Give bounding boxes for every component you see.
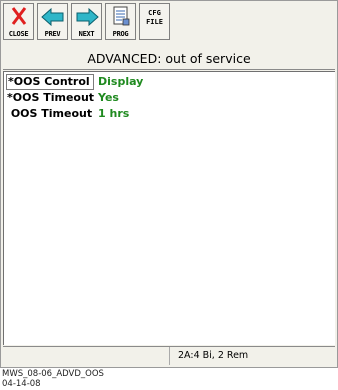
page-title: ADVANCED: out of service <box>3 49 335 70</box>
setting-label: *OOS Control <box>6 74 94 90</box>
close-button[interactable]: CLOSE <box>3 3 34 40</box>
prog-label: PROG <box>112 30 129 38</box>
arrow-right-icon <box>76 7 99 27</box>
next-button[interactable]: NEXT <box>71 3 102 40</box>
toolbar: CLOSE PREV NEXT PROG CFG FILE <box>3 3 335 47</box>
setting-value[interactable]: Yes <box>98 90 119 106</box>
close-icon <box>11 7 27 25</box>
prev-button[interactable]: PREV <box>37 3 68 40</box>
prog-button[interactable]: PROG <box>105 3 136 40</box>
setting-label: OOS Timeout <box>7 107 93 120</box>
settings-panel: *OOS Control Display *OOS Timeout Yes OO… <box>3 71 335 345</box>
program-document-icon <box>113 6 130 26</box>
device-screen: CLOSE PREV NEXT PROG CFG FILE ADVANCED: … <box>0 0 338 368</box>
status-text: 2A:4 Bi, 2 Rem <box>169 347 335 365</box>
caption: MWS_08-06_ADVD_OOS 04-14-08 <box>2 369 104 389</box>
setting-label: *OOS Timeout <box>7 91 95 104</box>
cfg-file-label: CFG FILE <box>140 9 169 27</box>
caption-date: 04-14-08 <box>2 379 41 389</box>
cfg-label-line1: CFG <box>148 9 161 17</box>
cfg-label-line2: FILE <box>146 18 163 26</box>
setting-value[interactable]: Display <box>98 74 143 90</box>
setting-value[interactable]: 1 hrs <box>98 106 129 122</box>
arrow-left-icon <box>41 7 64 27</box>
prev-label: PREV <box>44 30 61 38</box>
status-bar: 2A:4 Bi, 2 Rem <box>3 346 335 365</box>
next-label: NEXT <box>78 30 95 38</box>
caption-filename: MWS_08-06_ADVD_OOS <box>2 369 104 379</box>
cfg-file-button[interactable]: CFG FILE <box>139 3 170 40</box>
close-label: CLOSE <box>8 30 29 38</box>
